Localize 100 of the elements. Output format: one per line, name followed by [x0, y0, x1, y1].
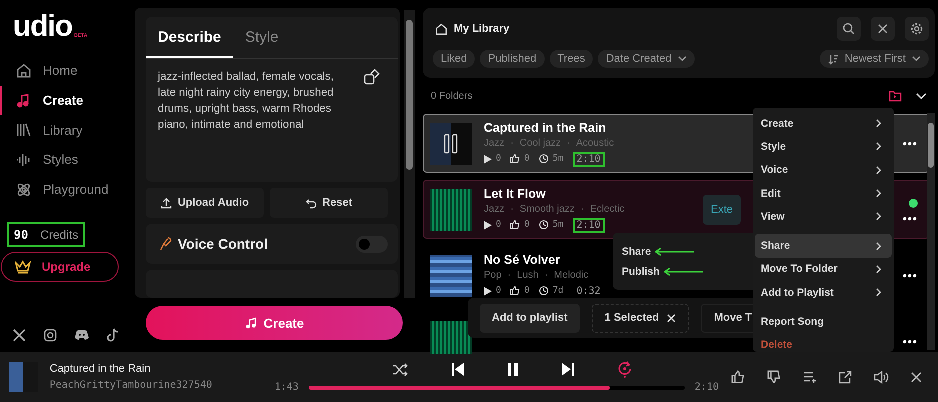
more-options-icon[interactable]: [903, 142, 917, 146]
upgrade-button[interactable]: Upgrade: [1, 252, 119, 282]
microphone-icon: [160, 237, 172, 252]
menu-item[interactable]: Delete: [755, 334, 892, 357]
track-duration: 2:10: [572, 218, 605, 232]
tab[interactable]: Style: [233, 17, 291, 58]
menu-item[interactable]: Edit: [755, 182, 892, 206]
genre-tag[interactable]: Jazz: [484, 204, 505, 214]
nav-item[interactable]: Styles: [0, 145, 135, 175]
settings-button[interactable]: [905, 17, 929, 41]
pause-icon: [444, 134, 458, 154]
more-options-icon[interactable]: [903, 274, 917, 278]
shuffle-icon[interactable]: [392, 362, 408, 376]
discord-icon[interactable]: [75, 329, 89, 341]
add-to-playlist-button[interactable]: Add to playlist: [480, 304, 580, 332]
tab[interactable]: Describe: [146, 17, 234, 58]
folders-count: 0 Folders: [431, 90, 473, 102]
menu-item[interactable]: Add to Playlist: [755, 281, 892, 304]
waveform-icon: [16, 152, 32, 168]
close-icon: [667, 314, 676, 322]
new-folder-icon[interactable]: [889, 90, 902, 102]
genre-tag[interactable]: Smooth jazz: [520, 204, 575, 214]
nav-item[interactable]: Playground: [0, 174, 135, 204]
scrollbar-thumb[interactable]: [928, 123, 934, 168]
filter-chip[interactable]: Trees: [550, 50, 594, 68]
filter-chip[interactable]: Published: [480, 50, 545, 68]
progress-slider[interactable]: [308, 386, 685, 390]
like-count: 0: [524, 220, 530, 230]
chevron-right-icon: [876, 288, 882, 298]
settings-icon: [911, 23, 923, 35]
menu-item[interactable]: Create: [755, 112, 892, 136]
extend-button[interactable]: Exte: [702, 194, 741, 224]
cover-art-placeholder[interactable]: [430, 122, 472, 164]
close-button[interactable]: [871, 17, 895, 41]
create-button[interactable]: Create: [146, 306, 403, 340]
upload-audio-button[interactable]: Upload Audio: [146, 188, 264, 218]
home-icon: [16, 62, 32, 79]
thumbs-up-icon[interactable]: [731, 370, 745, 384]
separator-dot: ·: [567, 138, 570, 148]
menu-item[interactable]: View: [755, 205, 892, 228]
separator-dot: ·: [508, 270, 512, 280]
search-icon: [843, 23, 855, 35]
clock-icon: [538, 154, 549, 164]
separator-dot: ·: [510, 204, 514, 214]
play-icon: [484, 220, 492, 230]
submenu-item[interactable]: Share: [622, 246, 652, 258]
x-logo-icon[interactable]: [13, 328, 26, 342]
reset-button[interactable]: Reset: [270, 188, 388, 218]
library-icon: [16, 122, 32, 138]
thumbs-down-icon[interactable]: [767, 370, 781, 384]
menu-item[interactable]: Style: [755, 135, 892, 159]
dice-icon[interactable]: [364, 69, 380, 85]
queue-icon[interactable]: [803, 371, 817, 383]
filter-chip[interactable]: Liked: [433, 50, 476, 68]
scrollbar[interactable]: [404, 10, 415, 298]
thumbs-up-icon: [510, 286, 520, 296]
selected-count-chip[interactable]: 1 Selected: [592, 304, 690, 332]
repeat-icon[interactable]: [618, 361, 632, 378]
chevron-down-icon[interactable]: [916, 92, 927, 100]
genre-tag[interactable]: Lush: [517, 270, 539, 280]
submenu-item[interactable]: Publish: [622, 266, 660, 278]
voice-control-toggle[interactable]: [356, 236, 388, 253]
scrollbar[interactable]: [927, 113, 935, 350]
now-playing-artist[interactable]: PeachGrittyTambourine327540: [50, 380, 271, 391]
genre-tag[interactable]: Eclectic: [590, 204, 625, 214]
more-options-icon[interactable]: [903, 216, 917, 220]
volume-icon[interactable]: [874, 370, 889, 384]
next-icon[interactable]: [562, 363, 574, 376]
menu-item[interactable]: Share: [755, 234, 892, 258]
scrollbar-thumb[interactable]: [406, 20, 413, 170]
search-button[interactable]: [837, 17, 861, 41]
separator-dot: ·: [580, 204, 584, 214]
chevron-down-icon: [678, 56, 687, 62]
instagram-icon[interactable]: [44, 328, 57, 342]
tiktok-icon[interactable]: [107, 328, 119, 342]
thumbs-up-icon: [510, 220, 520, 230]
menu-item[interactable]: Move To Folder: [755, 258, 892, 282]
play-count: 0: [496, 286, 502, 296]
nav-item[interactable]: Home: [0, 56, 135, 86]
chevron-right-icon: [876, 189, 882, 198]
pause-icon[interactable]: [508, 363, 518, 376]
prompt-text[interactable]: jazz-inflected ballad, female vocals, late night rainy city energy, brushed drums, upright bass, warm Rhodes piano, intimate and emotional: [158, 69, 344, 133]
more-options-icon[interactable]: [903, 340, 917, 344]
credits-label: Credits: [40, 228, 78, 242]
close-icon[interactable]: [911, 372, 922, 382]
separator-dot: ·: [544, 270, 548, 280]
track-duration: 2:10: [572, 152, 605, 166]
library-title: My Library: [454, 23, 510, 35]
genre-tag[interactable]: Pop: [484, 270, 502, 280]
sort-dropdown[interactable]: Newest First: [820, 50, 929, 68]
chevron-right-icon: [876, 166, 882, 175]
date-filter-dropdown[interactable]: Date Created: [598, 50, 695, 68]
chevron-right-icon: [876, 119, 882, 128]
sort-icon: [828, 54, 839, 64]
crown-icon: [15, 260, 31, 274]
external-link-icon[interactable]: [839, 370, 852, 384]
chevron-right-icon: [876, 142, 882, 152]
genre-tag[interactable]: Melodic: [554, 270, 589, 280]
nav-item[interactable]: Library: [0, 115, 135, 146]
previous-icon[interactable]: [452, 363, 464, 376]
